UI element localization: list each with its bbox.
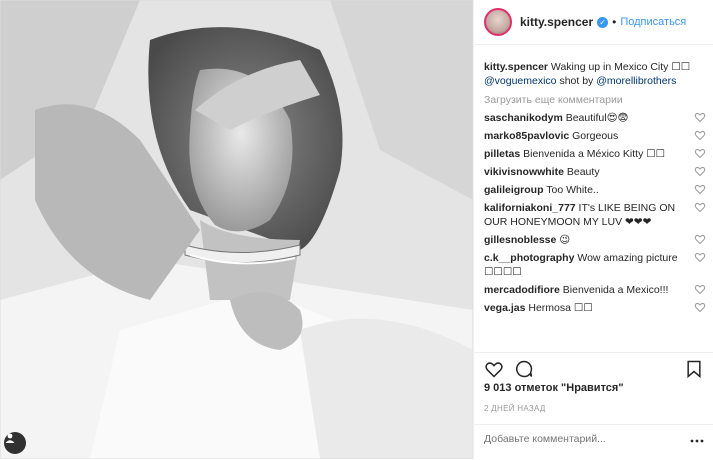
comment-user[interactable]: vikivisnowwhite xyxy=(484,166,564,178)
comment-user[interactable]: c.k__photography xyxy=(484,252,574,264)
comment-user[interactable]: gillesnoblesse xyxy=(484,234,556,246)
comment-text: Hermosa xyxy=(528,302,571,314)
comment-user[interactable]: vega.jas xyxy=(484,302,525,314)
caption-mention-morelli[interactable]: @morellibrothers xyxy=(596,75,676,87)
comment-text: Beauty xyxy=(566,166,600,178)
post-sidebar: kitty.spencer ✓ • Подписаться kitty.spen… xyxy=(473,0,713,459)
caption-text: Waking up in Mexico City xyxy=(550,61,669,73)
caption-middle: shot by xyxy=(559,75,594,87)
comment-user[interactable]: galileigroup xyxy=(484,184,544,196)
post-caption: kitty.spencer Waking up in Mexico City ☐… xyxy=(484,60,706,88)
user-tag-icon xyxy=(5,433,15,443)
heart-icon[interactable] xyxy=(484,359,504,379)
comment-emoji: ☐☐ xyxy=(646,148,666,160)
caption-author[interactable]: kitty.spencer xyxy=(484,61,548,73)
comment-row: pilletas Bienvenida a México Kitty ☐☐ xyxy=(484,147,706,161)
comment-user[interactable]: marko85pavlovic xyxy=(484,130,569,142)
comment-like-icon[interactable] xyxy=(694,251,706,263)
comment-row: vikivisnowwhite Beauty xyxy=(484,165,706,179)
avatar[interactable] xyxy=(484,8,512,36)
user-tag-button[interactable] xyxy=(4,432,26,454)
comment-like-icon[interactable] xyxy=(694,283,706,295)
load-more-comments[interactable]: Загрузить еще комментарии xyxy=(484,93,706,107)
comment-like-icon[interactable] xyxy=(694,165,706,177)
comment-row: mercadodifiore Bienvenida a Mexico!!! xyxy=(484,283,706,297)
comment-like-icon[interactable] xyxy=(694,111,706,123)
comment-text: 😉 xyxy=(559,234,571,246)
comment-like-icon[interactable] xyxy=(694,183,706,195)
post-header: kitty.spencer ✓ • Подписаться xyxy=(474,0,713,45)
comment-row: gillesnoblesse 😉 xyxy=(484,233,706,247)
comment-emoji: ☐☐ xyxy=(573,302,593,314)
comment-icon[interactable] xyxy=(514,359,534,379)
add-comment-input[interactable] xyxy=(484,433,674,445)
follow-button[interactable]: Подписаться xyxy=(620,16,686,28)
comment-user[interactable]: pilletas xyxy=(484,148,520,160)
post-timestamp[interactable]: 2 ДНЕЙ НАЗАД xyxy=(484,404,546,413)
comment-row: saschanikodym Beautiful😍😨 xyxy=(484,111,706,125)
comment-like-icon[interactable] xyxy=(694,201,706,213)
separator-dot: • xyxy=(612,15,617,29)
comment-row: marko85pavlovic Gorgeous xyxy=(484,129,706,143)
photo-image xyxy=(0,0,473,459)
comment-text: Beautiful😍😨 xyxy=(565,112,629,124)
comment-text: Wow amazing picture xyxy=(577,252,678,264)
comment-like-icon[interactable] xyxy=(694,233,706,245)
comment-text: Gorgeous xyxy=(572,130,619,142)
comment-list: kitty.spencer Waking up in Mexico City ☐… xyxy=(484,60,706,319)
post-photo[interactable] xyxy=(0,0,473,459)
comment-user[interactable]: kalifornia­koni_777 xyxy=(484,202,576,214)
verified-badge-icon: ✓ xyxy=(597,16,609,28)
comment-text: Bienvenida a Mexico!!! xyxy=(562,284,669,296)
caption-mention-vogue[interactable]: @voguemexico xyxy=(484,75,557,87)
comment-row: galileigroup Too White.. xyxy=(484,183,706,197)
author-username[interactable]: kitty.spencer xyxy=(520,15,593,29)
comment-like-icon[interactable] xyxy=(694,301,706,313)
comment-emoji: ☐☐☐☐ xyxy=(484,266,522,278)
comment-user[interactable]: saschanikodym xyxy=(484,112,563,124)
add-comment-section xyxy=(474,424,713,460)
bookmark-icon[interactable] xyxy=(684,359,704,379)
comment-like-icon[interactable] xyxy=(694,147,706,159)
more-options-icon[interactable] xyxy=(690,436,704,446)
comment-text: Too White.. xyxy=(546,184,599,196)
comment-row: c.k__photography Wow amazing picture ☐☐☐… xyxy=(484,251,706,279)
action-bar xyxy=(474,352,713,383)
likes-count[interactable]: 9 013 отметок "Нравится" xyxy=(484,382,624,394)
comment-text: Bienvenida a México Kitty xyxy=(523,148,644,160)
comment-row: kalifornia­koni_777 IT's LIKE BEING ON O… xyxy=(484,201,706,229)
comment-user[interactable]: mercadodifiore xyxy=(484,284,560,296)
comment-row: vega.jas Hermosa ☐☐ xyxy=(484,301,706,315)
caption-emoji: ☐☐ xyxy=(671,61,691,73)
comment-like-icon[interactable] xyxy=(694,129,706,141)
